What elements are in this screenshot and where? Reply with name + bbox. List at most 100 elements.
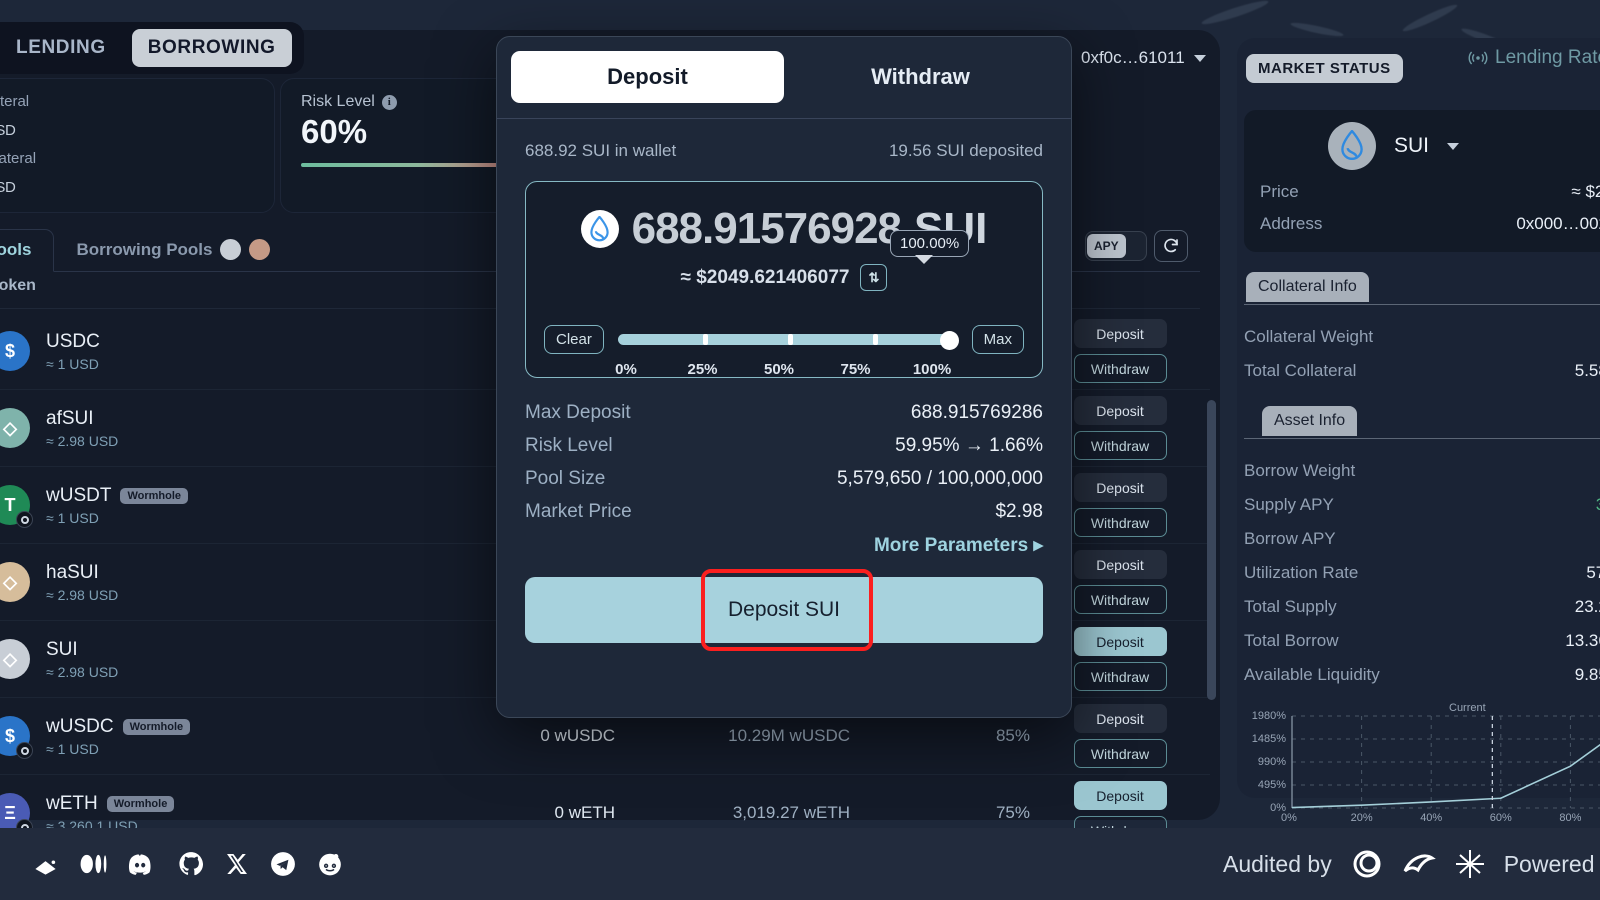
parameter-key: Market Price <box>525 501 632 522</box>
asset-token-icon: $ <box>0 716 33 759</box>
more-parameters-link[interactable]: More Parameters ▸ <box>525 534 1043 557</box>
asset-usd-price: ≈ 1 USD <box>46 740 99 757</box>
wallet-address-label: 0xf0c…61011 <box>1081 48 1185 67</box>
row-withdraw-button[interactable]: Withdraw <box>1073 431 1167 460</box>
amount-input-box[interactable]: 688.91576928 SUI ≈ $2049.621406077 ⇅ 100… <box>525 181 1043 378</box>
apy-toggle[interactable]: APY <box>1085 231 1147 261</box>
wormhole-badge-icon <box>16 511 33 528</box>
tab-lending[interactable]: LENDING <box>0 29 122 67</box>
row-withdraw-button[interactable]: Withdraw <box>1073 662 1167 691</box>
asset-token-icon: ◇ <box>0 408 30 448</box>
market-asset-card: SUI Price ≈ $2.98 Address 0x000…002 <box>1244 110 1600 252</box>
more-parameters-label: More Parameters <box>873 535 1029 556</box>
slider-tick-25 <box>702 333 708 345</box>
info-row: Supply APY 3.47% <box>1244 495 1600 515</box>
parameter-row: Pool Size 5,579,650 / 100,000,000 <box>525 468 1043 490</box>
wormhole-tag: Wormhole <box>122 718 191 735</box>
row-deposit-button[interactable]: Deposit <box>1073 704 1167 733</box>
social-links <box>32 851 343 878</box>
asset-token-icon: $ <box>0 331 30 371</box>
collateral-info-tab[interactable]: Collateral Info <box>1246 272 1369 302</box>
info-key: Total Supply <box>1244 597 1337 616</box>
slider-tick-label: 75% <box>840 361 871 378</box>
info-key: Available Liquidity <box>1244 665 1380 684</box>
info-row: Borrow Weight100% <box>1244 461 1600 481</box>
github-icon[interactable] <box>178 851 204 877</box>
parameter-value: $2.98 <box>995 501 1043 522</box>
reddit-icon[interactable] <box>317 851 343 877</box>
deposit-sui-button[interactable]: Deposit SUI <box>525 577 1043 643</box>
clear-button[interactable]: Clear <box>544 325 604 354</box>
chevron-down-icon <box>1193 54 1206 62</box>
tab-collateral-pools[interactable]: Collateral Pools <box>0 229 55 272</box>
market-status-title: MARKET STATUS <box>1246 54 1403 83</box>
asset-info-rows: Borrow Weight100% Supply APY 3.47% Borrow A… <box>1244 438 1600 685</box>
collateral-weight-cell: 75% <box>995 803 1030 822</box>
tab-borrowing[interactable]: BORROWING <box>131 29 292 67</box>
medium-icon[interactable] <box>80 853 107 875</box>
row-deposit-button[interactable]: Deposit <box>1073 781 1167 810</box>
x-icon[interactable] <box>225 852 249 876</box>
wallet-address-button[interactable]: 0xf0c…61011 <box>1081 48 1206 68</box>
info-value: 3.47% <box>1596 495 1600 515</box>
row-withdraw-button[interactable]: Withdraw <box>1073 354 1167 383</box>
row-deposit-button[interactable]: Deposit <box>1073 627 1167 656</box>
refresh-button[interactable] <box>1154 230 1188 262</box>
chart-y-tick: 495% <box>1257 779 1286 791</box>
telegram-icon[interactable] <box>270 851 296 877</box>
amount-input[interactable]: 688.91576928 <box>632 204 901 254</box>
docs-icon[interactable] <box>32 851 59 878</box>
market-address-label: Address <box>1260 214 1323 233</box>
slider-tick-label: 100% <box>912 361 952 378</box>
slider-knob[interactable] <box>939 330 959 350</box>
asset-token-icon: T <box>0 485 33 528</box>
amount-slider[interactable] <box>617 330 959 350</box>
sui-droplet-glyph <box>590 215 609 241</box>
table-scrollbar[interactable] <box>1207 400 1216 700</box>
asset-cell: $ wUSDC Wormhole ≈ 1 USD <box>0 716 360 759</box>
row-withdraw-button[interactable]: Withdraw <box>1073 739 1167 768</box>
swap-units-icon[interactable]: ⇅ <box>860 264 888 291</box>
row-withdraw-button[interactable]: Withdraw <box>1073 508 1167 537</box>
your-deposit-cell: 0 wUSDC <box>540 726 615 745</box>
tab-collateral-pools-label: Collateral Pools <box>0 240 32 259</box>
lending-rate-label: Lending Rate <box>1495 47 1600 68</box>
asset-text: wUSDT Wormhole ≈ 1 USD <box>46 485 189 526</box>
modal-tab-deposit[interactable]: Deposit <box>511 51 784 103</box>
row-deposit-button[interactable]: Deposit <box>1073 396 1167 425</box>
slider-tick-75 <box>872 333 878 345</box>
asset-text: SUI ≈ 2.98 USD <box>46 639 118 680</box>
market-asset-selector[interactable]: SUI <box>1260 122 1600 170</box>
row-deposit-button[interactable]: Deposit <box>1073 550 1167 579</box>
modal-tabs: Deposit Withdraw <box>497 37 1071 119</box>
row-deposit-button[interactable]: Deposit <box>1073 319 1167 348</box>
asset-token-icon: Ξ <box>0 793 33 836</box>
asset-info-tab[interactable]: Asset Info <box>1262 406 1358 436</box>
slider-row: Clear Max <box>544 325 1024 354</box>
wallet-balance-text: 688.92 SUI in wallet <box>525 141 677 160</box>
tab-borrowing-pools[interactable]: Borrowing Pools <box>54 229 292 271</box>
discord-icon[interactable] <box>128 853 157 876</box>
max-button[interactable]: Max <box>971 325 1024 354</box>
available-collateral-value: $15.74USD <box>0 111 254 142</box>
asset-token-icon: ◇ <box>0 639 30 679</box>
asset-cell: ◇ SUI ≈ 2.98 USD <box>0 639 360 680</box>
row-withdraw-button[interactable]: Withdraw <box>1073 585 1167 614</box>
usd-equivalent-row: ≈ $2049.621406077 ⇅ <box>544 264 1024 291</box>
info-value: 9.85M <box>1574 665 1600 684</box>
slider-tick-label: 25% <box>687 361 718 378</box>
token-coin-icon <box>249 239 271 260</box>
modal-tab-withdraw[interactable]: Withdraw <box>784 51 1057 103</box>
audited-by-label: Audited by <box>1223 850 1332 877</box>
parameter-list: Max Deposit 688.915769286 Risk Level 59.95%… <box>525 402 1043 523</box>
available-collateral-unit: USD <box>0 122 16 139</box>
asset-cell: $ USDC ≈ 1 USD <box>0 331 360 372</box>
chart-x-tick: 40% <box>1420 812 1443 824</box>
available-collateral-label: Available Collateral <box>0 93 30 110</box>
info-icon[interactable]: i <box>381 94 397 110</box>
info-key: Borrow Weight <box>1244 461 1356 480</box>
lending-rate-badge[interactable]: Lending Rate <box>1468 47 1600 69</box>
row-deposit-button[interactable]: Deposit <box>1073 473 1167 502</box>
chart-y-tick: 1980% <box>1251 710 1286 722</box>
mode-tabs: LENDING BORROWING <box>0 22 304 74</box>
